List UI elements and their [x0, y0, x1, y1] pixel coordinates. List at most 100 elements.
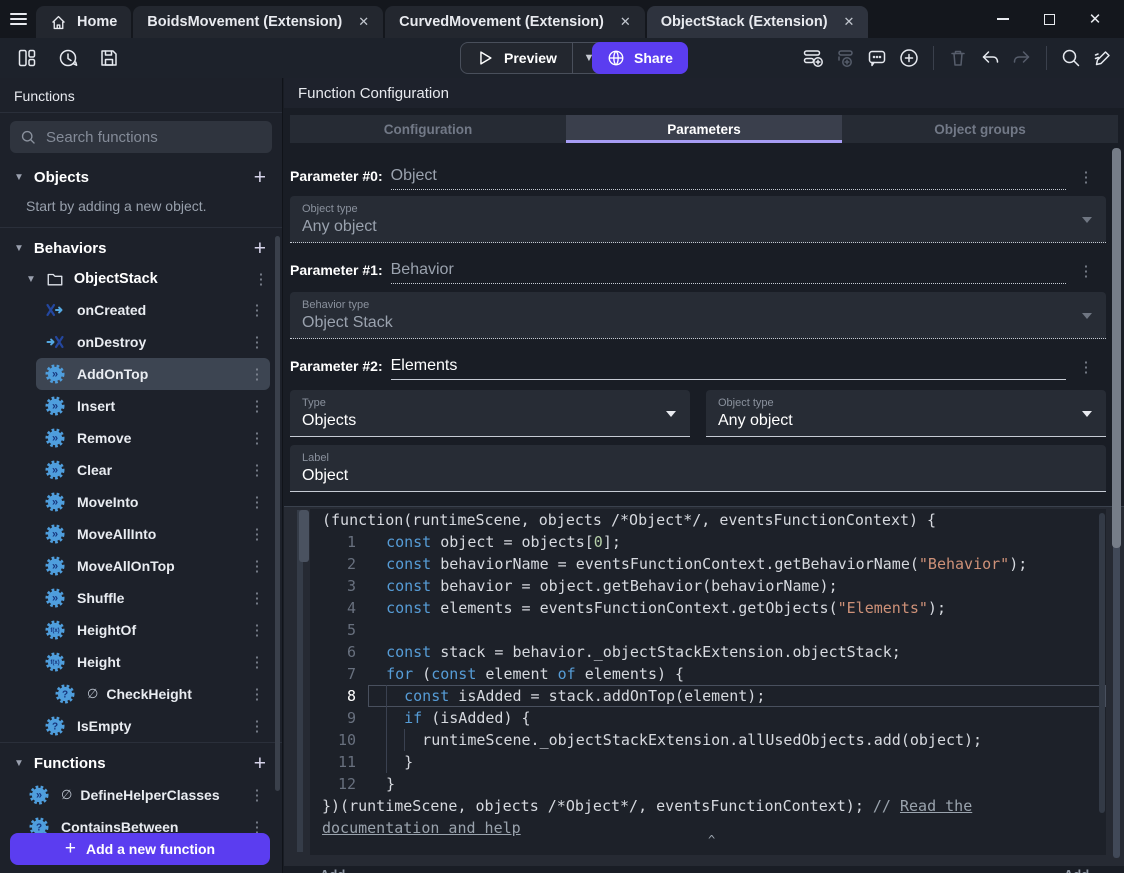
- sidebar-item-height[interactable]: f(x) Height ⋮: [36, 646, 270, 678]
- main-menu-button[interactable]: [0, 0, 36, 38]
- minimize-button[interactable]: [980, 0, 1026, 38]
- documentation-link[interactable]: documentation and help: [322, 819, 521, 837]
- code-text[interactable]: const object = objects[0];: [368, 531, 1106, 553]
- sidebar-item-definehelperclasses[interactable]: » ∅ DefineHelperClasses ⋮: [20, 779, 270, 811]
- group-menu-button[interactable]: ⋮: [252, 270, 270, 288]
- sidebar-item-ondestroy[interactable]: onDestroy ⋮: [36, 326, 270, 358]
- sidebar-item-oncreated[interactable]: onCreated ⋮: [36, 294, 270, 326]
- parameter-menu-button[interactable]: ⋮: [1066, 168, 1106, 190]
- code-line-9[interactable]: 9 if (isAdded) {: [310, 707, 1106, 729]
- sidebar-item-addontop[interactable]: » AddOnTop ⋮: [36, 358, 270, 390]
- add-new-function-button[interactable]: + Add a new function: [10, 833, 270, 865]
- panels-layout-button[interactable]: [14, 45, 40, 71]
- javascript-code-editor[interactable]: (function(runtimeScene, objects /*Object…: [310, 509, 1106, 855]
- tab-boidsmovement-extension[interactable]: BoidsMovement (Extension) ✕: [133, 6, 384, 38]
- code-line-8[interactable]: 8 const isAdded = stack.addOnTop(element…: [310, 685, 1106, 707]
- code-text[interactable]: }: [368, 751, 1106, 773]
- item-menu-button[interactable]: ⋮: [248, 493, 266, 511]
- save-button[interactable]: [96, 45, 122, 71]
- label-text-field[interactable]: Label Object: [290, 445, 1106, 492]
- add-comment-button[interactable]: [864, 45, 890, 71]
- item-menu-button[interactable]: ⋮: [248, 685, 266, 703]
- redo-button[interactable]: [1009, 45, 1035, 71]
- add-free-function-button[interactable]: +: [250, 753, 270, 774]
- parameter-name-field[interactable]: Object: [390, 167, 1066, 190]
- tab-object-groups[interactable]: Object groups: [842, 115, 1118, 143]
- close-tab-icon[interactable]: ✕: [620, 14, 631, 30]
- code-text[interactable]: const elements = eventsFunctionContext.g…: [368, 597, 1106, 619]
- add-behavior-button[interactable]: +: [250, 238, 270, 259]
- sidebar-item-moveinto[interactable]: » MoveInto ⋮: [36, 486, 270, 518]
- code-text[interactable]: const stack = behavior._objectStackExten…: [368, 641, 1106, 663]
- item-menu-button[interactable]: ⋮: [248, 717, 266, 735]
- item-menu-button[interactable]: ⋮: [248, 621, 266, 639]
- tab-configuration[interactable]: Configuration: [290, 115, 566, 143]
- share-button[interactable]: Share: [592, 42, 688, 74]
- sidebar-item-moveallinto[interactable]: » MoveAllInto ⋮: [36, 518, 270, 550]
- parameter-name-field[interactable]: Behavior: [390, 261, 1066, 284]
- item-menu-button[interactable]: ⋮: [248, 525, 266, 543]
- code-line-4[interactable]: 4 const elements = eventsFunctionContext…: [310, 597, 1106, 619]
- sidebar-item-clear[interactable]: » Clear ⋮: [36, 454, 270, 486]
- item-menu-button[interactable]: ⋮: [248, 301, 266, 319]
- code-line-12[interactable]: 12 }: [310, 773, 1106, 795]
- search-input[interactable]: [46, 128, 262, 146]
- item-menu-button[interactable]: ⋮: [248, 589, 266, 607]
- close-tab-icon[interactable]: ✕: [844, 14, 855, 30]
- item-menu-button[interactable]: ⋮: [248, 365, 266, 383]
- preview-button[interactable]: Preview ▼: [460, 42, 606, 74]
- item-menu-button[interactable]: ⋮: [248, 557, 266, 575]
- item-menu-button[interactable]: ⋮: [248, 429, 266, 447]
- code-text[interactable]: if (isAdded) {: [368, 707, 1106, 729]
- undo-button[interactable]: [977, 45, 1003, 71]
- code-line-1[interactable]: 1 const object = objects[0];: [310, 531, 1106, 553]
- tab-objectstack-extension[interactable]: ObjectStack (Extension) ✕: [646, 6, 869, 38]
- sidebar-item-moveallontop[interactable]: » MoveAllOnTop ⋮: [36, 550, 270, 582]
- code-line-3[interactable]: 3 const behavior = object.getBehavior(be…: [310, 575, 1106, 597]
- item-menu-button[interactable]: ⋮: [248, 397, 266, 415]
- code-scrollbar-thumb[interactable]: [1099, 513, 1105, 813]
- history-button[interactable]: [55, 45, 81, 71]
- search-box[interactable]: [10, 121, 272, 153]
- section-functions[interactable]: ▼ Functions +: [0, 747, 282, 779]
- sidebar-item-checkheight[interactable]: ? ∅ CheckHeight ⋮: [46, 678, 270, 710]
- sidebar-item-insert[interactable]: » Insert ⋮: [36, 390, 270, 422]
- close-tab-icon[interactable]: ✕: [358, 14, 369, 30]
- code-text[interactable]: const behaviorName = eventsFunctionConte…: [368, 553, 1106, 575]
- add-sub-event-button[interactable]: [832, 45, 858, 71]
- sidebar-item-isempty[interactable]: ? IsEmpty ⋮: [36, 710, 270, 742]
- object-type-select[interactable]: Object type Any object: [290, 196, 1106, 243]
- panel-scrollbar-thumb[interactable]: [1112, 148, 1121, 548]
- tab-home[interactable]: Home: [36, 6, 132, 38]
- event-scrollbar-thumb[interactable]: [299, 510, 309, 562]
- delete-button[interactable]: [945, 45, 971, 71]
- code-line-7[interactable]: 7 for (const element of elements) {: [310, 663, 1106, 685]
- code-line-6[interactable]: 6 const stack = behavior._objectStackExt…: [310, 641, 1106, 663]
- parameter-menu-button[interactable]: ⋮: [1066, 358, 1106, 380]
- section-objects[interactable]: ▼ Objects +: [0, 161, 282, 193]
- parameter-menu-button[interactable]: ⋮: [1066, 262, 1106, 284]
- item-menu-button[interactable]: ⋮: [248, 461, 266, 479]
- edit-button[interactable]: [1090, 45, 1116, 71]
- section-behaviors[interactable]: ▼ Behaviors +: [0, 232, 282, 264]
- tab-curvedmovement-extension[interactable]: CurvedMovement (Extension) ✕: [385, 6, 645, 38]
- behavior-type-select[interactable]: Behavior type Object Stack: [290, 292, 1106, 339]
- code-text[interactable]: }: [368, 773, 1106, 795]
- close-button[interactable]: ✕: [1072, 0, 1118, 38]
- code-line-10[interactable]: 10 runtimeScene._objectStackExtension.al…: [310, 729, 1106, 751]
- sidebar-item-shuffle[interactable]: » Shuffle ⋮: [36, 582, 270, 614]
- code-text[interactable]: const behavior = object.getBehavior(beha…: [368, 575, 1106, 597]
- code-text[interactable]: [368, 619, 1106, 641]
- add-event-button[interactable]: [800, 45, 826, 71]
- maximize-button[interactable]: [1026, 0, 1072, 38]
- sidebar-item-heightof[interactable]: f(x) HeightOf ⋮: [36, 614, 270, 646]
- events-scrollbar-thumb[interactable]: [1113, 514, 1120, 858]
- sidebar-scrollbar-thumb[interactable]: [275, 236, 280, 791]
- code-text[interactable]: for (const element of elements) {: [368, 663, 1106, 685]
- sidebar-item-remove[interactable]: » Remove ⋮: [36, 422, 270, 454]
- tab-parameters[interactable]: Parameters: [566, 115, 842, 143]
- parameter-name-field[interactable]: Elements: [390, 357, 1066, 380]
- add-object-button[interactable]: +: [250, 167, 270, 188]
- item-menu-button[interactable]: ⋮: [248, 333, 266, 351]
- item-menu-button[interactable]: ⋮: [248, 786, 266, 804]
